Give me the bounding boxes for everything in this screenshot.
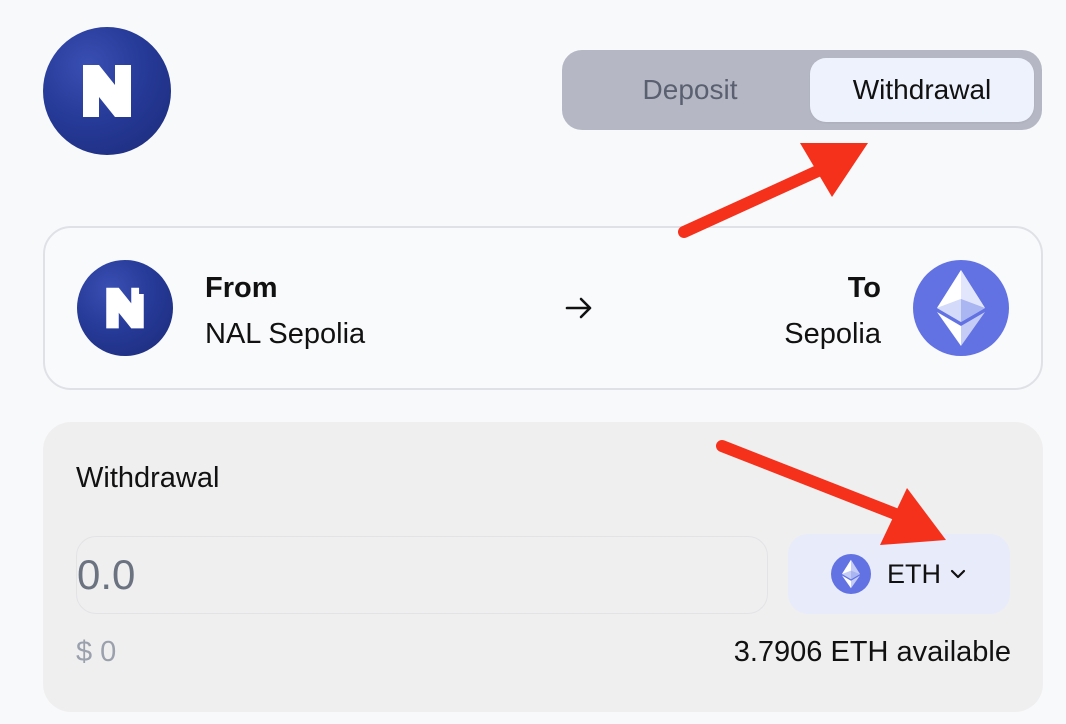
nal-logo-icon (43, 27, 171, 155)
to-label: To (847, 272, 881, 304)
tab-withdrawal[interactable]: Withdrawal (810, 58, 1034, 122)
from-network-name: NAL Sepolia (205, 318, 366, 350)
from-network[interactable]: From NAL Sepolia (205, 266, 365, 358)
to-network[interactable]: To Sepolia (784, 266, 881, 358)
arrow-right-icon[interactable] (563, 292, 595, 324)
route-card: From NAL Sepolia To Sepolia (43, 226, 1043, 390)
nal-network-icon (77, 260, 173, 356)
ethereum-icon (831, 554, 871, 594)
token-symbol: ETH (887, 558, 941, 589)
deposit-withdrawal-toggle: Deposit Withdrawal (562, 50, 1042, 130)
amount-input[interactable] (76, 536, 768, 614)
annotation-arrow-toggle (678, 143, 868, 238)
ethereum-icon (913, 260, 1009, 356)
available-balance: 3.7906 ETH available (733, 636, 1011, 668)
tab-deposit[interactable]: Deposit (572, 58, 808, 122)
chevron-down-icon (950, 569, 966, 579)
from-label: From (205, 272, 278, 304)
withdrawal-panel: Withdrawal ETH $ 0 3.7906 ETH available (43, 422, 1043, 712)
to-network-name: Sepolia (784, 318, 881, 350)
token-select-button[interactable]: ETH (788, 534, 1010, 614)
panel-title: Withdrawal (76, 462, 220, 494)
usd-value: $ 0 (76, 636, 117, 668)
